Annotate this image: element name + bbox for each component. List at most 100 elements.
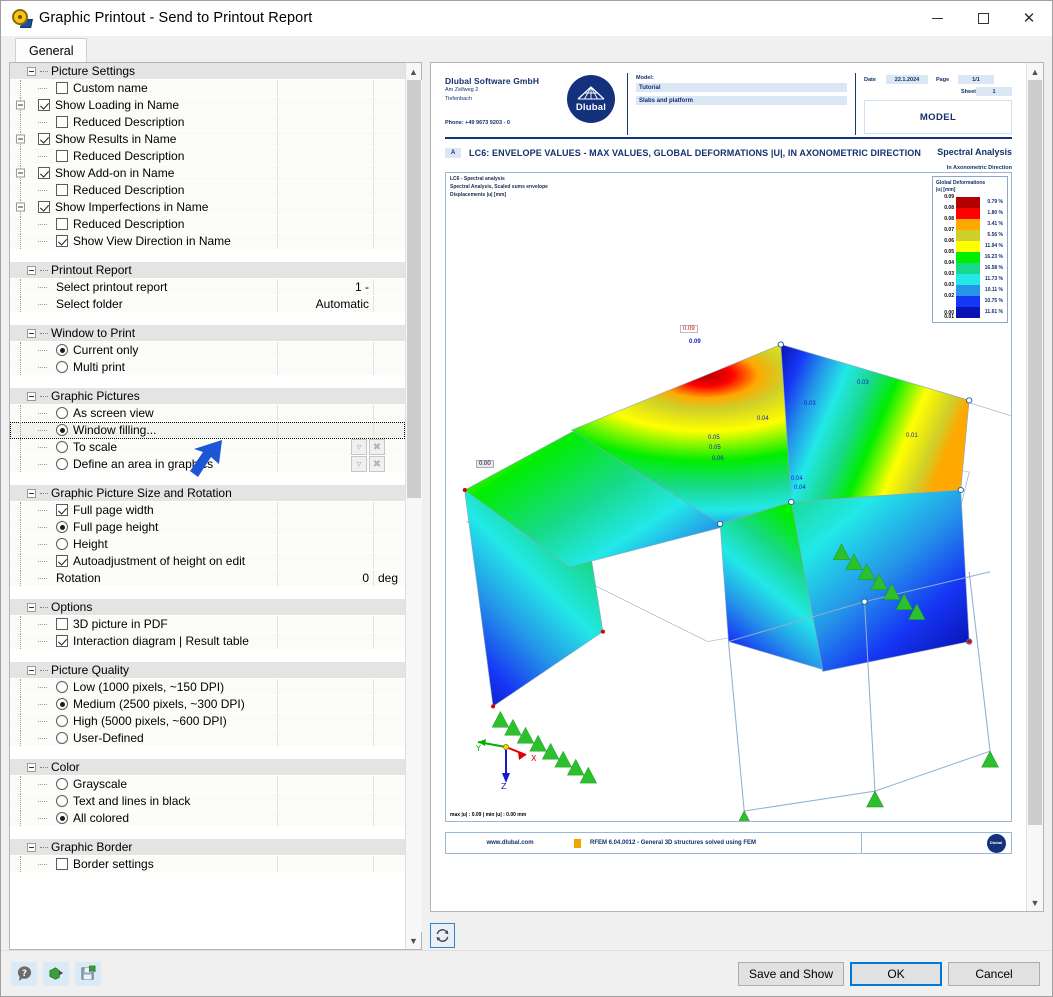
radio-as-screen-view[interactable] (56, 407, 68, 419)
settings-row[interactable]: Autoadjustment of height on edit (10, 553, 405, 570)
group-header-graphic-border[interactable]: Graphic Border (10, 839, 405, 856)
settings-row-value[interactable] (278, 776, 374, 792)
checkbox-3d-picture-in-pdf[interactable] (56, 618, 68, 630)
settings-row-value[interactable]: 0 (278, 570, 374, 586)
settings-row-value[interactable] (278, 793, 374, 809)
radio-height[interactable] (56, 538, 68, 550)
settings-row[interactable]: 3D picture in PDF (10, 616, 405, 633)
checkbox-show-view-direction-in-name[interactable] (56, 235, 68, 247)
settings-row[interactable]: Reduced Description (10, 182, 405, 199)
checkbox-reduced-description[interactable] (56, 218, 68, 230)
scroll-down-arrow[interactable]: ▼ (406, 932, 422, 949)
settings-row[interactable]: Low (1000 pixels, ~150 DPI) (10, 679, 405, 696)
settings-row[interactable]: Border settings (10, 856, 405, 873)
settings-row[interactable]: Current only (10, 342, 405, 359)
model-graphic[interactable]: LC6 - Spectral analysis Spectral Analysi… (445, 172, 1012, 823)
settings-row-value[interactable] (278, 405, 374, 421)
settings-row[interactable]: Window filling... (10, 422, 405, 439)
collapse-icon[interactable] (27, 665, 36, 675)
settings-row[interactable]: Show Imperfections in Name (10, 199, 405, 216)
settings-row-value[interactable] (278, 696, 374, 712)
collapse-icon[interactable] (27, 842, 36, 852)
ok-button[interactable]: OK (850, 961, 942, 986)
preview-scroll-up-arrow[interactable]: ▲ (1027, 63, 1043, 80)
settings-row-value[interactable]: Automatic (278, 296, 374, 312)
radio-low-1000-pixels-150-dpi-[interactable] (56, 681, 68, 693)
settings-row[interactable]: High (5000 pixels, ~600 DPI) (10, 713, 405, 730)
radio-user-defined[interactable] (56, 732, 68, 744)
group-header-graphic-picture-size-and-rotation[interactable]: Graphic Picture Size and Rotation (10, 485, 405, 502)
settings-row-value[interactable] (278, 114, 374, 130)
settings-row-value[interactable] (278, 519, 374, 535)
radio-current-only[interactable] (56, 344, 68, 356)
settings-row[interactable]: Multi print (10, 359, 405, 376)
collapse-icon[interactable] (27, 488, 36, 498)
settings-row[interactable]: Custom name (10, 80, 405, 97)
group-header-picture-quality[interactable]: Picture Quality (10, 662, 405, 679)
collapse-icon[interactable] (27, 391, 36, 401)
settings-row[interactable]: Full page height (10, 519, 405, 536)
settings-row[interactable]: Rotation 0 deg (10, 570, 405, 587)
maximize-button[interactable] (960, 1, 1006, 36)
settings-row-value[interactable] (278, 856, 374, 872)
settings-row-value[interactable] (278, 422, 374, 438)
settings-row[interactable]: Text and lines in black (10, 793, 405, 810)
settings-row[interactable]: User-Defined (10, 730, 405, 747)
radio-full-page-height[interactable] (56, 521, 68, 533)
settings-row[interactable]: Grayscale (10, 776, 405, 793)
radio-grayscale[interactable] (56, 778, 68, 790)
help-button[interactable]: ? (11, 961, 37, 986)
settings-row-value[interactable] (278, 199, 374, 215)
import-settings-button[interactable] (43, 961, 69, 986)
settings-row-value[interactable] (278, 342, 374, 358)
settings-row[interactable]: Select printout report 1 - (10, 279, 405, 296)
collapse-icon[interactable] (16, 100, 25, 110)
preview-scroll-thumb[interactable] (1028, 80, 1042, 825)
radio-all-colored[interactable] (56, 812, 68, 824)
settings-row-value[interactable] (278, 713, 374, 729)
checkbox-reduced-description[interactable] (56, 150, 68, 162)
settings-row[interactable]: Interaction diagram | Result table (10, 633, 405, 650)
scroll-thumb[interactable] (406, 80, 421, 498)
checkbox-custom-name[interactable] (56, 82, 68, 94)
settings-row[interactable]: To scale ▿ ✖ (10, 439, 405, 456)
settings-row-value[interactable] (278, 216, 374, 232)
settings-row-value[interactable] (278, 233, 374, 249)
save-settings-button[interactable] (75, 961, 101, 986)
settings-row[interactable]: Reduced Description (10, 216, 405, 233)
collapse-icon[interactable] (27, 602, 36, 612)
settings-row-value[interactable] (278, 97, 374, 113)
checkbox-reduced-description[interactable] (56, 184, 68, 196)
minimize-button[interactable] (914, 1, 960, 36)
settings-row[interactable]: Show Add-on in Name (10, 165, 405, 182)
group-header-window-to-print[interactable]: Window to Print (10, 325, 405, 342)
settings-row[interactable]: Show Loading in Name (10, 97, 405, 114)
checkbox-full-page-width[interactable] (56, 504, 68, 516)
refresh-preview-button[interactable] (430, 922, 455, 948)
settings-row-value[interactable] (278, 730, 374, 746)
radio-high-5000-pixels-600-dpi-[interactable] (56, 715, 68, 727)
group-header-printout-report[interactable]: Printout Report (10, 262, 405, 279)
settings-row[interactable]: Select folder Automatic (10, 296, 405, 313)
settings-row-value[interactable] (278, 80, 374, 96)
preview-scroll-track[interactable] (1027, 80, 1043, 894)
checkbox-autoadjustment-of-height-on-edit[interactable] (56, 555, 68, 567)
checkbox-reduced-description[interactable] (56, 116, 68, 128)
settings-row-value[interactable] (278, 502, 374, 518)
settings-row-value[interactable] (278, 633, 374, 649)
settings-row-value[interactable]: 1 - (278, 279, 374, 295)
radio-define-an-area-in-graphics[interactable] (56, 458, 68, 470)
settings-row[interactable]: Show View Direction in Name (10, 233, 405, 250)
cancel-button[interactable]: Cancel (948, 961, 1040, 986)
collapse-icon[interactable] (27, 66, 36, 76)
pick-icon[interactable]: ▿ (351, 456, 367, 473)
radio-multi-print[interactable] (56, 361, 68, 373)
settings-row[interactable]: Show Results in Name (10, 131, 405, 148)
checkbox-show-results-in-name[interactable] (38, 133, 50, 145)
scroll-track[interactable] (405, 80, 422, 932)
settings-row[interactable]: Reduced Description (10, 114, 405, 131)
collapse-icon[interactable] (16, 168, 25, 178)
settings-row[interactable]: Medium (2500 pixels, ~300 DPI) (10, 696, 405, 713)
settings-row-value[interactable] (278, 359, 374, 375)
group-header-picture-settings[interactable]: Picture Settings (10, 63, 405, 80)
